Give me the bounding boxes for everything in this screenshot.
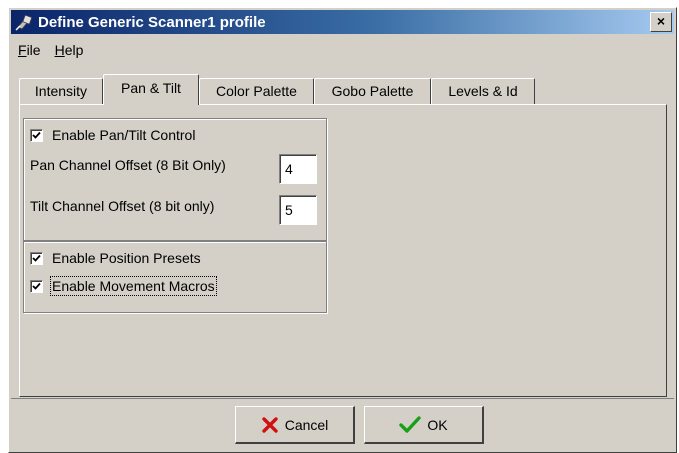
ok-button[interactable]: OK [364,406,484,444]
tab-color-palette[interactable]: Color Palette [199,78,314,104]
tilt-offset-input[interactable]: 5 [279,195,317,225]
window-title: Define Generic Scanner1 profile [38,13,266,31]
checkmark-icon [32,131,41,139]
pan-tilt-panel: Enable Pan/Tilt Control Pan Channel Offs… [19,104,667,397]
menu-file-label: ile [26,42,41,58]
enable-macros-label: Enable Movement Macros [50,276,217,296]
title-bar[interactable]: Define Generic Scanner1 profile × [11,10,674,34]
pan-offset-input[interactable]: 4 [279,154,317,184]
enable-pan-tilt-label: Enable Pan/Tilt Control [52,127,196,143]
tab-gobo-palette[interactable]: Gobo Palette [314,78,431,104]
checkbox-box [30,251,43,265]
menu-help-mnemonic: H [54,42,65,58]
tab-pan-tilt[interactable]: Pan & Tilt [103,74,199,105]
checkmark-icon [32,282,41,290]
enable-presets-label: Enable Position Presets [52,250,201,266]
checkmark-icon [32,254,41,262]
dialog-window: Define Generic Scanner1 profile × File H… [8,7,677,453]
tab-levels-id[interactable]: Levels & Id [431,78,535,104]
enable-pan-tilt-checkbox[interactable]: Enable Pan/Tilt Control [30,127,195,143]
cancel-label: Cancel [284,416,329,433]
button-bar: Cancel OK [11,398,674,450]
options-group: Enable Position Presets Enable Movement … [23,241,327,313]
close-button[interactable]: × [650,12,672,32]
ok-label: OK [427,416,448,433]
menu-bar: File Help [11,40,90,62]
menu-file-mnemonic: F [18,42,27,58]
cancel-button[interactable]: Cancel [235,406,355,444]
tab-intensity[interactable]: Intensity [19,78,103,104]
red-x-icon [262,416,278,433]
menu-file[interactable]: File [11,40,48,62]
pan-offset-label: Pan Channel Offset (8 Bit Only) [30,157,226,173]
enable-macros-checkbox[interactable]: Enable Movement Macros [30,276,217,296]
scanner-fixture-icon [15,14,33,31]
menu-help[interactable]: Help [48,40,91,62]
green-check-icon [399,415,422,433]
checkbox-box [30,128,43,142]
checkbox-box [30,279,43,293]
tilt-offset-label: Tilt Channel Offset (8 bit only) [30,198,215,214]
enable-presets-checkbox[interactable]: Enable Position Presets [30,250,201,266]
menu-help-label: elp [64,42,84,58]
pan-tilt-group: Enable Pan/Tilt Control Pan Channel Offs… [23,118,327,241]
